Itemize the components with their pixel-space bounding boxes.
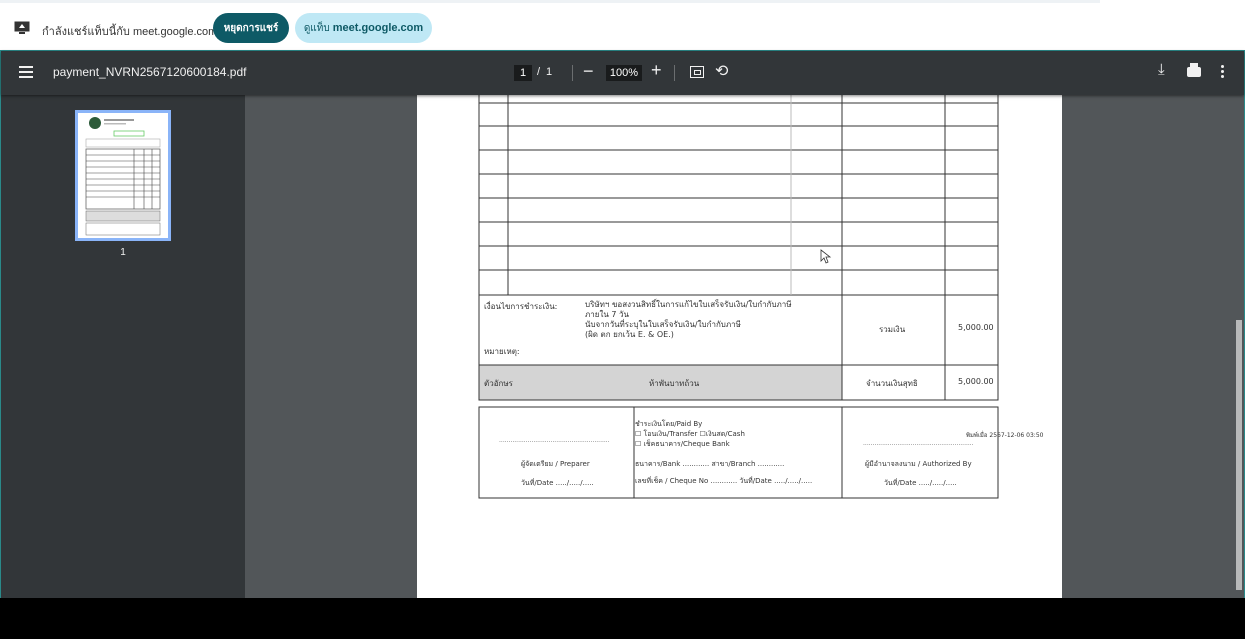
page-thumbnail[interactable] [75, 110, 171, 241]
net-label: จำนวนเงินสุทธิ [866, 379, 918, 388]
cheque-line: เลขที่เช็ค / Cheque No ............ วันท… [635, 477, 813, 485]
toolbar-divider [572, 65, 573, 81]
pdf-toolbar: payment_NVRN2567120600184.pdf 1 / 1 − 10… [1, 51, 1244, 95]
paid-by-cheque: ☐ เช็คธนาคาร/Cheque Bank [635, 440, 730, 448]
more-options-icon[interactable] [1221, 65, 1224, 80]
authorized-signature-line: ........................................… [863, 440, 974, 447]
zoom-in-icon[interactable]: + [651, 60, 662, 81]
preparer-label: ผู้จัดเตรียม / Preparer [521, 460, 590, 468]
subtotal-value: 5,000.00 [958, 323, 994, 332]
fit-page-icon[interactable] [690, 66, 704, 78]
page-total: 1 [546, 66, 553, 78]
view-tab-prefix: ดูแท็บ [303, 22, 330, 34]
remark-label: หมายเหตุ: [484, 347, 520, 356]
zoom-level-input[interactable]: 100% [606, 65, 642, 81]
subtotal-label: รวมเงิน [879, 325, 906, 334]
net-value: 5,000.00 [958, 377, 994, 386]
thumbnail-preview [85, 117, 161, 236]
pdf-viewer: payment_NVRN2567120600184.pdf 1 / 1 − 10… [0, 50, 1245, 598]
zoom-out-icon[interactable]: − [583, 61, 594, 82]
rotate-icon[interactable]: ⟲ [715, 61, 728, 81]
amount-in-words: ห้าพันบาทถ้วน [649, 379, 700, 388]
conditions-text: (ผิด ตก ยกเว้น E. & OE.) [585, 330, 674, 339]
page-number-input[interactable]: 1 [514, 65, 532, 81]
screen-share-icon [14, 21, 30, 34]
letters-label: ตัวอักษร [484, 379, 513, 388]
authorized-date: วันที่/Date ...../...../..... [884, 479, 957, 487]
conditions-label: เงื่อนไขการชำระเงิน: [484, 302, 558, 311]
preparer-signature-line: ........................................… [499, 437, 610, 444]
toolbar-divider [674, 65, 675, 81]
preparer-date: วันที่/Date ...../...../..... [521, 479, 594, 487]
page-separator: / [537, 66, 541, 78]
printed-at: พิมพ์เมื่อ 2567-12-06 03:50 [966, 432, 1044, 439]
share-banner: กำลังแชร์แท็บนี้กับ meet.google.com หยุด… [0, 0, 1245, 50]
scrollbar-thumb[interactable] [1236, 320, 1242, 590]
pdf-page: เงื่อนไขการชำระเงิน: บริษัทฯ ขอสงวนสิทธิ… [417, 95, 1062, 598]
browser-strip [0, 0, 1100, 3]
share-status-text: กำลังแชร์แท็บนี้กับ meet.google.com [42, 26, 218, 38]
bank-branch-line: ธนาคาร/Bank ............ สาขา/Branch ...… [635, 460, 785, 468]
pdf-filename: payment_NVRN2567120600184.pdf [53, 65, 247, 79]
view-tab-button[interactable]: ดูแท็บ meet.google.com [295, 13, 432, 43]
authorized-label: ผู้มีอำนาจลงนาม / Authorized By [865, 460, 972, 468]
print-icon[interactable] [1187, 63, 1201, 77]
download-icon[interactable]: ⤓ [1158, 61, 1165, 78]
menu-icon[interactable] [19, 66, 33, 78]
document-area: เงื่อนไขการชำระเงิน: บริษัทฯ ขอสงวนสิทธิ… [245, 95, 1244, 598]
stop-sharing-button[interactable]: หยุดการแชร์ [213, 13, 289, 43]
view-tab-domain: meet.google.com [332, 22, 424, 34]
thumbnail-label: 1 [120, 247, 126, 258]
thumbnail-sidebar: 1 [1, 95, 245, 598]
